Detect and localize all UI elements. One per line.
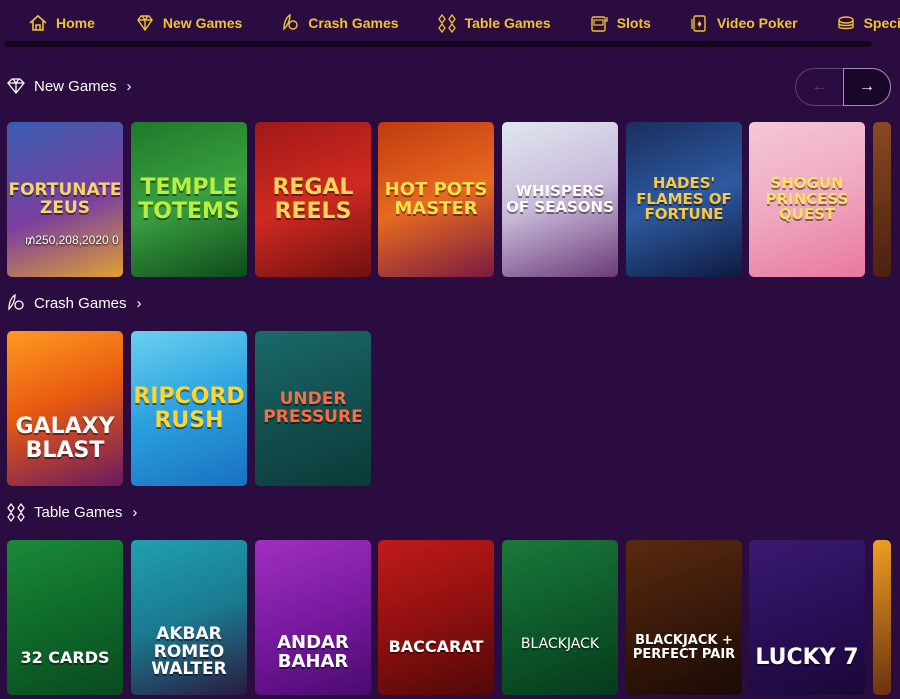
chevron-right-icon: › [126, 77, 132, 95]
carousel-prev-button[interactable]: ← [795, 68, 843, 106]
rocket-coin-icon [283, 13, 298, 31]
game-tile-partial[interactable] [873, 540, 891, 695]
game-tile-whispers-of-seasons[interactable]: WHISPERS OF SEASONS [502, 122, 618, 277]
game-tile-lucky-7[interactable]: LUCKY 7 [749, 540, 865, 695]
game-title: HOT POTS MASTER [384, 178, 488, 219]
game-title: ANDAR BAHAR [277, 631, 349, 672]
game-tile-galaxy-blast[interactable]: GALAXY BLAST [7, 331, 123, 486]
house-icon [29, 14, 47, 31]
section-header-table-games[interactable]: Table Games › [6, 502, 137, 522]
game-title: UNDER PRESSURE [263, 388, 363, 427]
game-title: LUCKY 7 [755, 644, 859, 670]
game-tile-partial[interactable] [873, 122, 891, 277]
game-tile-hot-pots-master[interactable]: HOT POTS MASTER [378, 122, 494, 277]
nav-home-label: Home [56, 15, 95, 31]
game-title: BLACKJACK [520, 636, 600, 653]
game-title: FORTUNATE ZEUS [8, 179, 122, 218]
game-tile-baccarat[interactable]: BACCARAT [378, 540, 494, 695]
rocket-coin-icon [8, 293, 24, 311]
nav-crash-games-label: Crash Games [308, 15, 399, 31]
game-title: SHOGUN PRINCESS QUEST [765, 173, 849, 224]
chevron-right-icon: › [132, 503, 138, 521]
game-tile-fortunate-zeus[interactable]: FORTUNATE ZEUS ₥250,208,2020 0 [7, 122, 123, 277]
game-title: AKBAR ROMEO WALTER [151, 623, 227, 680]
game-tile-blackjack[interactable]: BLACKJACK [502, 540, 618, 695]
nav-slots-label: Slots [616, 15, 651, 31]
section-header-crash-games[interactable]: Crash Games › [6, 293, 142, 313]
nav-slots[interactable]: Slots [551, 0, 651, 46]
game-tile-regal-reels[interactable]: REGAL REELS [255, 122, 371, 277]
game-title: RIPCORD RUSH [133, 384, 245, 433]
nav-video-poker[interactable]: Video Poker [651, 0, 798, 46]
game-tile-ripcord-rush[interactable]: RIPCORD RUSH [131, 331, 247, 486]
game-title: GALAXY BLAST [15, 414, 115, 463]
game-tile-32-cards[interactable]: 32 CARDS [7, 540, 123, 695]
slot-machine-icon [590, 16, 608, 32]
section-title-crash-games: Crash Games [34, 294, 127, 312]
card-suits-icon [437, 13, 456, 33]
diamond-icon [7, 78, 25, 95]
game-title: BACCARAT [388, 637, 484, 657]
card-suits-icon [7, 503, 25, 522]
game-tile-temple-totems[interactable]: TEMPLE TOTEMS [131, 122, 247, 277]
nav-home[interactable]: Home [0, 0, 95, 46]
section-header-new-games[interactable]: New Games › [6, 76, 132, 96]
nav-crash-games[interactable]: Crash Games [242, 0, 399, 46]
chevron-right-icon: › [136, 294, 142, 312]
diamond-icon [137, 15, 153, 32]
nav-specialty-label: Specialty [863, 15, 900, 31]
top-nav: Home New Games Crash Games Table Games S… [0, 0, 900, 46]
carousel-next-button[interactable]: → [843, 68, 891, 106]
game-title: HADES' FLAMES OF FORTUNE [636, 173, 732, 224]
chips-icon [837, 16, 854, 30]
game-tile-andar-bahar[interactable]: ANDAR BAHAR [255, 540, 371, 695]
game-title: REGAL REELS [272, 175, 354, 224]
game-tile-akbar-romeo-walter[interactable]: AKBAR ROMEO WALTER [131, 540, 247, 695]
nav-new-games-label: New Games [162, 15, 243, 31]
game-tile-under-pressure[interactable]: UNDER PRESSURE [255, 331, 371, 486]
poker-card-icon [691, 15, 706, 32]
jackpot-value: ₥250,208,2020 0 [25, 233, 119, 247]
game-title: TEMPLE TOTEMS [138, 175, 240, 224]
game-title: 32 CARDS [20, 648, 110, 668]
nav-table-games-label: Table Games [464, 15, 551, 31]
nav-table-games[interactable]: Table Games [399, 0, 551, 46]
nav-specialty[interactable]: Specialty [798, 0, 900, 46]
game-tile-hades-flames-of-fortune[interactable]: HADES' FLAMES OF FORTUNE [626, 122, 742, 277]
nav-video-poker-label: Video Poker [716, 15, 798, 31]
carousel-pager: ← → [795, 68, 891, 106]
nav-scrollbar[interactable] [4, 41, 872, 47]
game-title: WHISPERS OF SEASONS [506, 181, 614, 216]
game-title: BLACKJACK + PERFECT PAIR [632, 632, 736, 662]
game-tile-shogun-princess-quest[interactable]: SHOGUN PRINCESS QUEST [749, 122, 865, 277]
nav-new-games[interactable]: New Games [95, 0, 242, 46]
section-title-table-games: Table Games [34, 503, 123, 521]
section-title-new-games: New Games [34, 77, 117, 95]
game-tile-blackjack-perfect-pair[interactable]: BLACKJACK + PERFECT PAIR [626, 540, 742, 695]
